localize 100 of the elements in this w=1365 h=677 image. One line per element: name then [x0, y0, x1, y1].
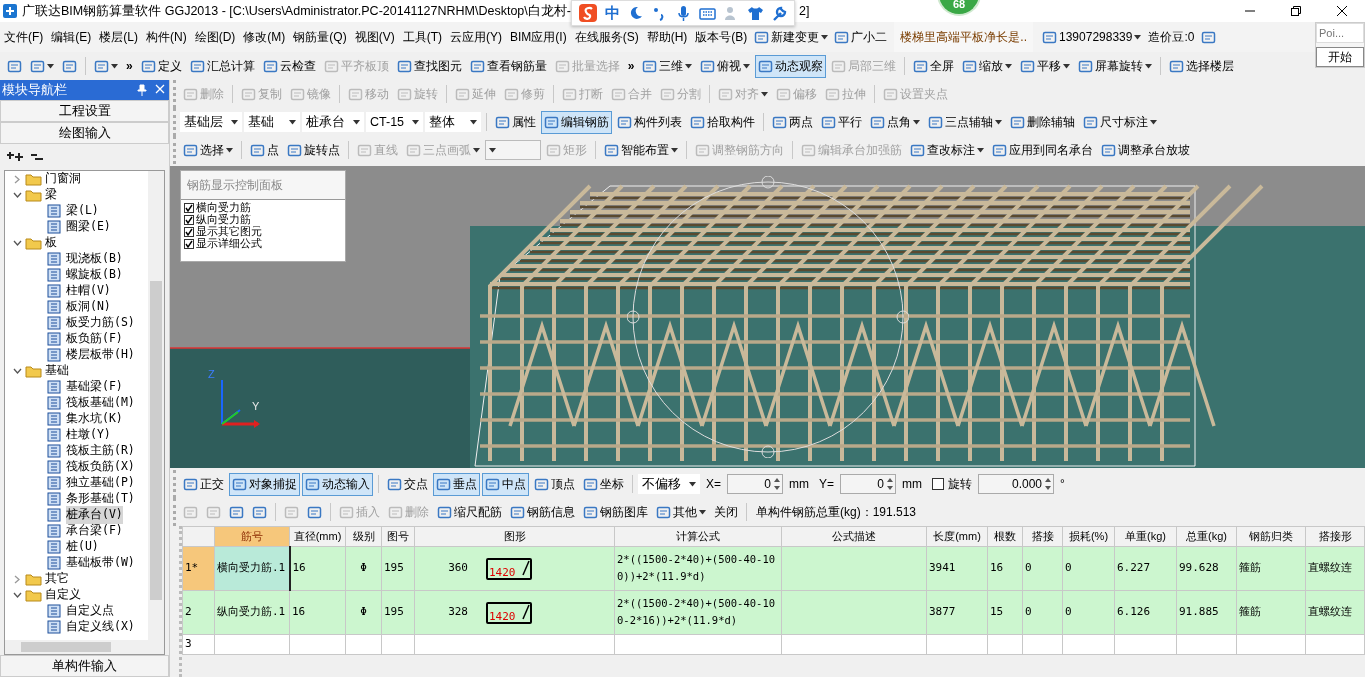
- column-header[interactable]: 搭接形: [1305, 526, 1365, 547]
- toolbar-button[interactable]: 两点: [769, 110, 817, 134]
- toolbar-button[interactable]: 俯视: [697, 54, 754, 78]
- column-header[interactable]: 筋号: [214, 526, 290, 547]
- menu-item[interactable]: 绘图(D): [190, 28, 240, 46]
- toolbar-button[interactable]: 尺寸标注: [1080, 110, 1161, 134]
- toolbar-button[interactable]: 拾取构件: [687, 110, 759, 134]
- column-header[interactable]: 图形: [414, 526, 615, 547]
- toolbar-button[interactable]: 平移: [1017, 54, 1074, 78]
- toolbar-button[interactable]: 对象捕捉: [229, 472, 300, 496]
- tree-folder[interactable]: 基础: [45, 362, 69, 380]
- tree-item[interactable]: 自定义点: [66, 602, 114, 620]
- toolbar-button[interactable]: 查找图元: [393, 54, 465, 78]
- overflow-button[interactable]: »: [624, 54, 638, 78]
- tree-item[interactable]: 自定义线(X): [66, 618, 135, 636]
- toolbar-button[interactable]: 动态观察: [755, 54, 827, 78]
- toolbar-button[interactable]: 构件列表: [614, 110, 686, 134]
- menu-item[interactable]: 云应用(Y): [446, 28, 506, 46]
- toolbar-button[interactable]: 屏幕旋转: [1075, 54, 1156, 78]
- column-header[interactable]: 搭接: [1022, 526, 1063, 547]
- scrollbar[interactable]: [148, 171, 164, 640]
- nav-button[interactable]: 单构件输入: [0, 655, 169, 677]
- toolbar-button[interactable]: 汇总计算: [186, 54, 258, 78]
- toolbar-button[interactable]: 其他: [653, 500, 709, 524]
- toolbar-button[interactable]: 钢筋信息: [507, 500, 578, 524]
- toolbar-button[interactable]: 属性: [492, 110, 540, 134]
- orbit-circle-drawing[interactable]: [627, 176, 909, 458]
- column-header[interactable]: 损耗(%): [1062, 526, 1115, 547]
- tree-folder[interactable]: 门窗洞: [45, 171, 81, 188]
- toolbar-button[interactable]: 顶点: [531, 472, 578, 496]
- tree-item[interactable]: 集水坑(K): [66, 410, 123, 428]
- toolbar-button[interactable]: 旋转点: [284, 138, 343, 162]
- nav-button[interactable]: 绘图输入: [0, 122, 169, 144]
- menu-item[interactable]: 帮助(H): [642, 28, 692, 46]
- dropdown-field[interactable]: 不偏移: [638, 474, 700, 494]
- news-link[interactable]: 楼梯里高端平板净长是..: [894, 22, 1033, 52]
- checkbox[interactable]: [184, 215, 194, 225]
- toolbar-button[interactable]: 13907298339: [1039, 25, 1145, 49]
- menu-item[interactable]: 视图(V): [350, 28, 399, 46]
- toolbar-button[interactable]: 应用到同名承台: [989, 138, 1096, 162]
- toolbar-button[interactable]: 正交: [180, 472, 227, 496]
- close-icon[interactable]: [155, 84, 165, 94]
- tree-item[interactable]: 柱墩(Y): [66, 426, 111, 444]
- tree-folder[interactable]: 其它: [45, 570, 69, 588]
- checkbox[interactable]: [184, 203, 194, 213]
- menu-item[interactable]: 文件(F): [0, 28, 48, 46]
- tree-item[interactable]: 独立基础(P): [66, 474, 135, 492]
- toolbar-button[interactable]: 缩尺配筋: [434, 500, 505, 524]
- toolbar-button[interactable]: 点: [247, 138, 282, 162]
- collapse-all-icon[interactable]: [30, 151, 44, 163]
- chevron-icon[interactable]: [13, 238, 22, 248]
- tree-item[interactable]: 条形基础(T): [66, 490, 135, 508]
- menu-item[interactable]: 楼层(L): [95, 28, 142, 46]
- tree-item[interactable]: 板受力筋(S): [66, 314, 135, 332]
- column-header[interactable]: 根数: [987, 526, 1023, 547]
- menu-item[interactable]: 版本号(B): [691, 28, 752, 46]
- tree-item[interactable]: 螺旋板(B): [66, 266, 123, 284]
- row-header[interactable]: 2: [182, 590, 215, 635]
- toolbar-button[interactable]: 删除辅轴: [1007, 110, 1079, 134]
- column-header[interactable]: 计算公式: [614, 526, 782, 547]
- toolbar-button[interactable]: 垂点: [433, 472, 480, 496]
- start-button[interactable]: 开始: [1316, 47, 1364, 67]
- column-header[interactable]: 长度(mm): [926, 526, 988, 547]
- menu-item[interactable]: 钢筋量(Q): [289, 28, 351, 46]
- checkbox[interactable]: [932, 478, 945, 490]
- menu-item[interactable]: 修改(M): [239, 28, 290, 46]
- column-header[interactable]: 级别: [345, 526, 382, 547]
- menu-item[interactable]: 在线服务(S): [570, 28, 643, 46]
- tree-folder[interactable]: 板: [45, 234, 57, 252]
- toolbar-button[interactable]: 坐标: [580, 472, 627, 496]
- toolbar-button[interactable]: 查看钢筋量: [466, 54, 550, 78]
- checkbox[interactable]: [184, 227, 194, 237]
- tree-item[interactable]: 基础梁(F): [66, 378, 123, 396]
- toolbar-button[interactable]: 全屏: [910, 54, 958, 78]
- toolbar-button[interactable]: 新建变更: [751, 25, 832, 49]
- nav-button[interactable]: 工程设置: [0, 100, 169, 122]
- toolbar-button[interactable]: 编辑钢筋: [541, 110, 613, 134]
- menu-item[interactable]: 编辑(E): [47, 28, 96, 46]
- toolbar-button[interactable]: 定义: [137, 54, 185, 78]
- toolbar-button[interactable]: 三点辅轴: [925, 110, 1006, 134]
- tree-folder[interactable]: 自定义: [45, 586, 81, 604]
- column-header[interactable]: 直径(mm): [289, 526, 346, 547]
- tree-item[interactable]: 筏板负筋(X): [66, 458, 135, 476]
- column-header[interactable]: 公式描述: [781, 526, 927, 547]
- toolbar-button[interactable]: 广小二: [831, 25, 891, 49]
- column-header[interactable]: 总重(kg): [1176, 526, 1237, 547]
- column-header[interactable]: 单重(kg): [1114, 526, 1177, 547]
- toolbar-button[interactable]: 智能布置: [601, 138, 681, 162]
- toolbar-button[interactable]: 调整承台放坡: [1098, 138, 1193, 162]
- toolbar-button[interactable]: 中点: [482, 472, 529, 496]
- toolbar-button[interactable]: 查改标注: [907, 138, 987, 162]
- number-field[interactable]: 0: [727, 474, 783, 494]
- tree-item[interactable]: 桩承台(V): [66, 506, 123, 524]
- menu-item[interactable]: BIM应用(I): [506, 28, 571, 46]
- column-header[interactable]: 钢筋归类: [1236, 526, 1306, 547]
- dropdown-field[interactable]: 桩承台: [302, 112, 364, 132]
- dropdown-field[interactable]: 基础层: [180, 112, 242, 132]
- expand-all-icon[interactable]: [6, 151, 24, 163]
- tree-item[interactable]: 现浇板(B): [66, 250, 123, 268]
- scrollbar[interactable]: [5, 640, 164, 654]
